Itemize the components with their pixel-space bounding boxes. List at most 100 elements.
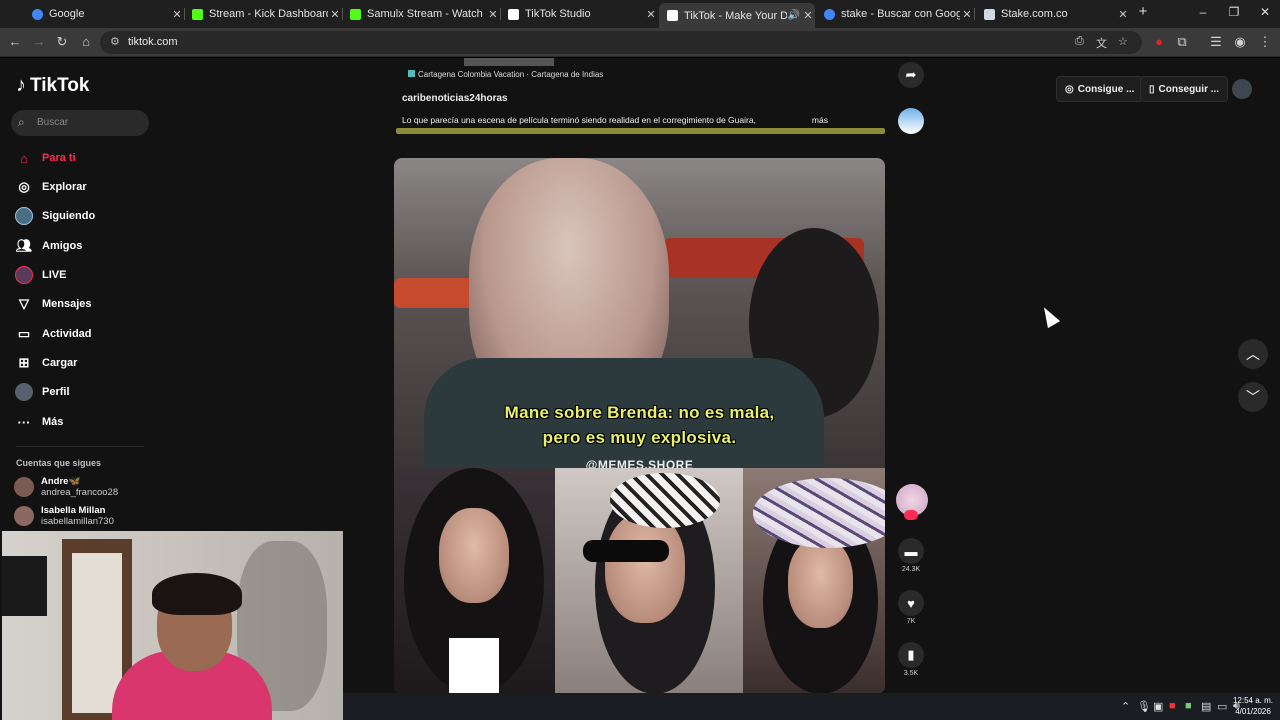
microphone-icon[interactable]: 🎙︎ <box>1137 700 1151 713</box>
browser-tab-tiktok-active[interactable]: TikTok - Make Your Day 🔊 ✕ <box>659 3 815 28</box>
profile-icon <box>14 382 34 402</box>
face-shape <box>439 508 509 603</box>
browser-toolbar: ← → ↻ ⌂ ⚙ tiktok.com ⎙ 文 ☆ ● ⧉ ☰ ◉ ⋮ <box>0 28 1280 57</box>
browser-tab-stake-search[interactable]: stake - Buscar con Google ✕ <box>816 3 974 25</box>
tab-search-icon[interactable]: ☰ <box>1207 34 1225 50</box>
sidebar-item-para-ti[interactable]: ⌂ Para ti <box>14 147 76 169</box>
sidebar-item-actividad[interactable]: ▭ Actividad <box>14 323 92 345</box>
close-tab-icon[interactable]: ✕ <box>960 8 974 21</box>
tab-title: Samulx Stream - Watch Live on <box>367 8 486 20</box>
close-tab-icon[interactable]: ✕ <box>801 9 815 22</box>
previous-video-button[interactable]: ︿ <box>1238 339 1268 369</box>
post-username[interactable]: caribenoticias24horas <box>402 93 508 104</box>
sidebar-item-label: Explorar <box>42 181 87 193</box>
sidebar-item-live[interactable]: LIVE <box>14 264 66 286</box>
get-coins-button[interactable]: ◎ Consigue ... <box>1056 76 1144 102</box>
bookmark-star-icon[interactable]: ☆ <box>1118 35 1128 48</box>
get-app-button[interactable]: ▯ Conseguir ... <box>1140 76 1229 102</box>
home-icon: ⌂ <box>20 150 28 166</box>
search-input[interactable]: ⌕ Buscar <box>11 110 149 136</box>
webcam-overlay <box>2 531 343 720</box>
post-description-text: Lo que parecía una escena de película te… <box>402 115 756 125</box>
progress-bar[interactable] <box>396 128 885 134</box>
tray-chevron-icon[interactable]: ⌃ <box>1121 700 1130 713</box>
comment-icon: ▬ <box>898 538 924 564</box>
tab-title: Google <box>49 8 85 20</box>
following-account[interactable]: Andre🦋 andrea_francoo28 <box>14 476 118 498</box>
account-name: Isabella Millan <box>41 505 106 516</box>
sidebar-item-explorar[interactable]: ◎ Explorar <box>14 176 87 198</box>
share-action[interactable]: ➦ <box>896 62 926 88</box>
home-icon[interactable]: ⌂ <box>77 34 95 49</box>
menu-kebab-icon[interactable]: ⋮ <box>1256 34 1274 50</box>
friends-icon: 👥︎ <box>15 238 33 253</box>
more-link[interactable]: más <box>812 115 828 125</box>
speaker-icon[interactable]: 🔊 <box>787 10 801 21</box>
sidebar-item-mensajes[interactable]: ▽ Mensajes <box>14 293 92 315</box>
close-window-icon[interactable]: ✕ <box>1255 5 1275 19</box>
restore-icon[interactable]: ❐ <box>1224 5 1244 19</box>
sidebar-item-mas[interactable]: ··· Más <box>14 411 64 433</box>
back-icon[interactable]: ← <box>6 34 24 49</box>
close-tab-icon[interactable]: ✕ <box>486 8 500 21</box>
bookmark-icon: ▮ <box>898 642 924 668</box>
sidebar-item-label: LIVE <box>42 269 67 281</box>
install-icon[interactable]: ⎙ <box>1075 35 1084 48</box>
tray-app-icon[interactable]: ▤ <box>1201 700 1211 713</box>
sunglasses-shape <box>583 540 669 562</box>
tiktok-favicon-icon <box>667 10 678 21</box>
close-tab-icon[interactable]: ✕ <box>1116 8 1130 21</box>
sidebar-item-perfil[interactable]: Perfil <box>14 381 70 403</box>
following-account[interactable]: Isabella Millan isabellamillan730 <box>14 505 114 527</box>
like-action[interactable]: ♥ 7K <box>896 590 926 625</box>
sidebar-item-siguiendo[interactable]: Siguiendo <box>14 205 95 227</box>
close-tab-icon[interactable]: ✕ <box>328 8 342 21</box>
browser-tab-stake[interactable]: Stake.com.co ✕ <box>976 3 1130 25</box>
translate-icon[interactable]: 文 <box>1096 35 1107 51</box>
address-bar[interactable]: ⚙ tiktok.com ⎙ 文 ☆ <box>100 31 1142 54</box>
video-subtitle: Mane sobre Brenda: no es mala, pero es m… <box>394 400 885 450</box>
tiktok-note-icon: ♪ <box>16 74 26 96</box>
more-icon: ··· <box>17 414 31 430</box>
tray-app-icon[interactable]: ■ <box>1169 700 1176 712</box>
kick-favicon-icon <box>192 8 203 20</box>
browser-tab-google[interactable]: Google ✕ <box>24 3 184 25</box>
browser-tab-kick-dashboard[interactable]: Stream - Kick Dashboard ✕ <box>184 3 342 25</box>
next-video-button[interactable]: ﹀ <box>1238 382 1268 412</box>
chevron-up-icon: ︿ <box>1246 346 1260 362</box>
profile-avatar[interactable] <box>1232 79 1252 99</box>
creator-avatar[interactable] <box>896 484 928 520</box>
music-disc-icon <box>898 108 924 134</box>
clock-date: 4/01/2026 <box>1235 707 1271 716</box>
new-tab-icon[interactable]: + <box>1133 3 1153 20</box>
system-clock[interactable]: 12:54 a. m. 4/01/2026 <box>1226 695 1280 717</box>
minimize-icon[interactable]: – <box>1193 5 1213 19</box>
extension-icon[interactable]: ● <box>1150 34 1168 49</box>
music-disc[interactable] <box>896 108 926 134</box>
reload-icon[interactable]: ↻ <box>53 34 71 50</box>
sidebar-item-amigos[interactable]: 👥︎ Amigos <box>14 235 83 257</box>
save-action[interactable]: ▮ 3.5K <box>896 642 926 677</box>
follow-plus-icon[interactable] <box>904 510 918 520</box>
stake-favicon-icon <box>984 8 995 20</box>
kick-favicon-icon <box>350 8 361 20</box>
avatar <box>14 477 34 497</box>
tray-app-icon[interactable]: ■ <box>1185 700 1192 712</box>
profile-avatar-icon[interactable]: ◉ <box>1231 34 1249 50</box>
site-info-icon[interactable]: ⚙ <box>110 35 120 48</box>
tiktok-logo[interactable]: ♪ TikTok <box>16 74 89 97</box>
sidebar-item-cargar[interactable]: ⊞ Cargar <box>14 352 78 374</box>
video-player[interactable]: Mane sobre Brenda: no es mala, pero es m… <box>394 158 885 694</box>
location-tag[interactable]: Cartagena Colombia Vacation · Cartagena … <box>408 70 603 79</box>
close-tab-icon[interactable]: ✕ <box>644 8 658 21</box>
previous-post: Cartagena Colombia Vacation · Cartagena … <box>394 58 885 138</box>
face-shape <box>605 513 685 623</box>
forward-icon[interactable]: → <box>30 34 48 49</box>
comment-action[interactable]: ▬ 24.3K <box>896 538 926 573</box>
browser-tab-samulx-stream[interactable]: Samulx Stream - Watch Live on ✕ <box>342 3 500 25</box>
browser-tab-tiktok-studio[interactable]: TikTok Studio ✕ <box>500 3 658 25</box>
close-tab-icon[interactable]: ✕ <box>170 8 184 21</box>
tray-app-icon[interactable]: ▣ <box>1153 700 1163 713</box>
extensions-puzzle-icon[interactable]: ⧉ <box>1173 34 1191 50</box>
heart-icon: ♥ <box>898 590 924 616</box>
